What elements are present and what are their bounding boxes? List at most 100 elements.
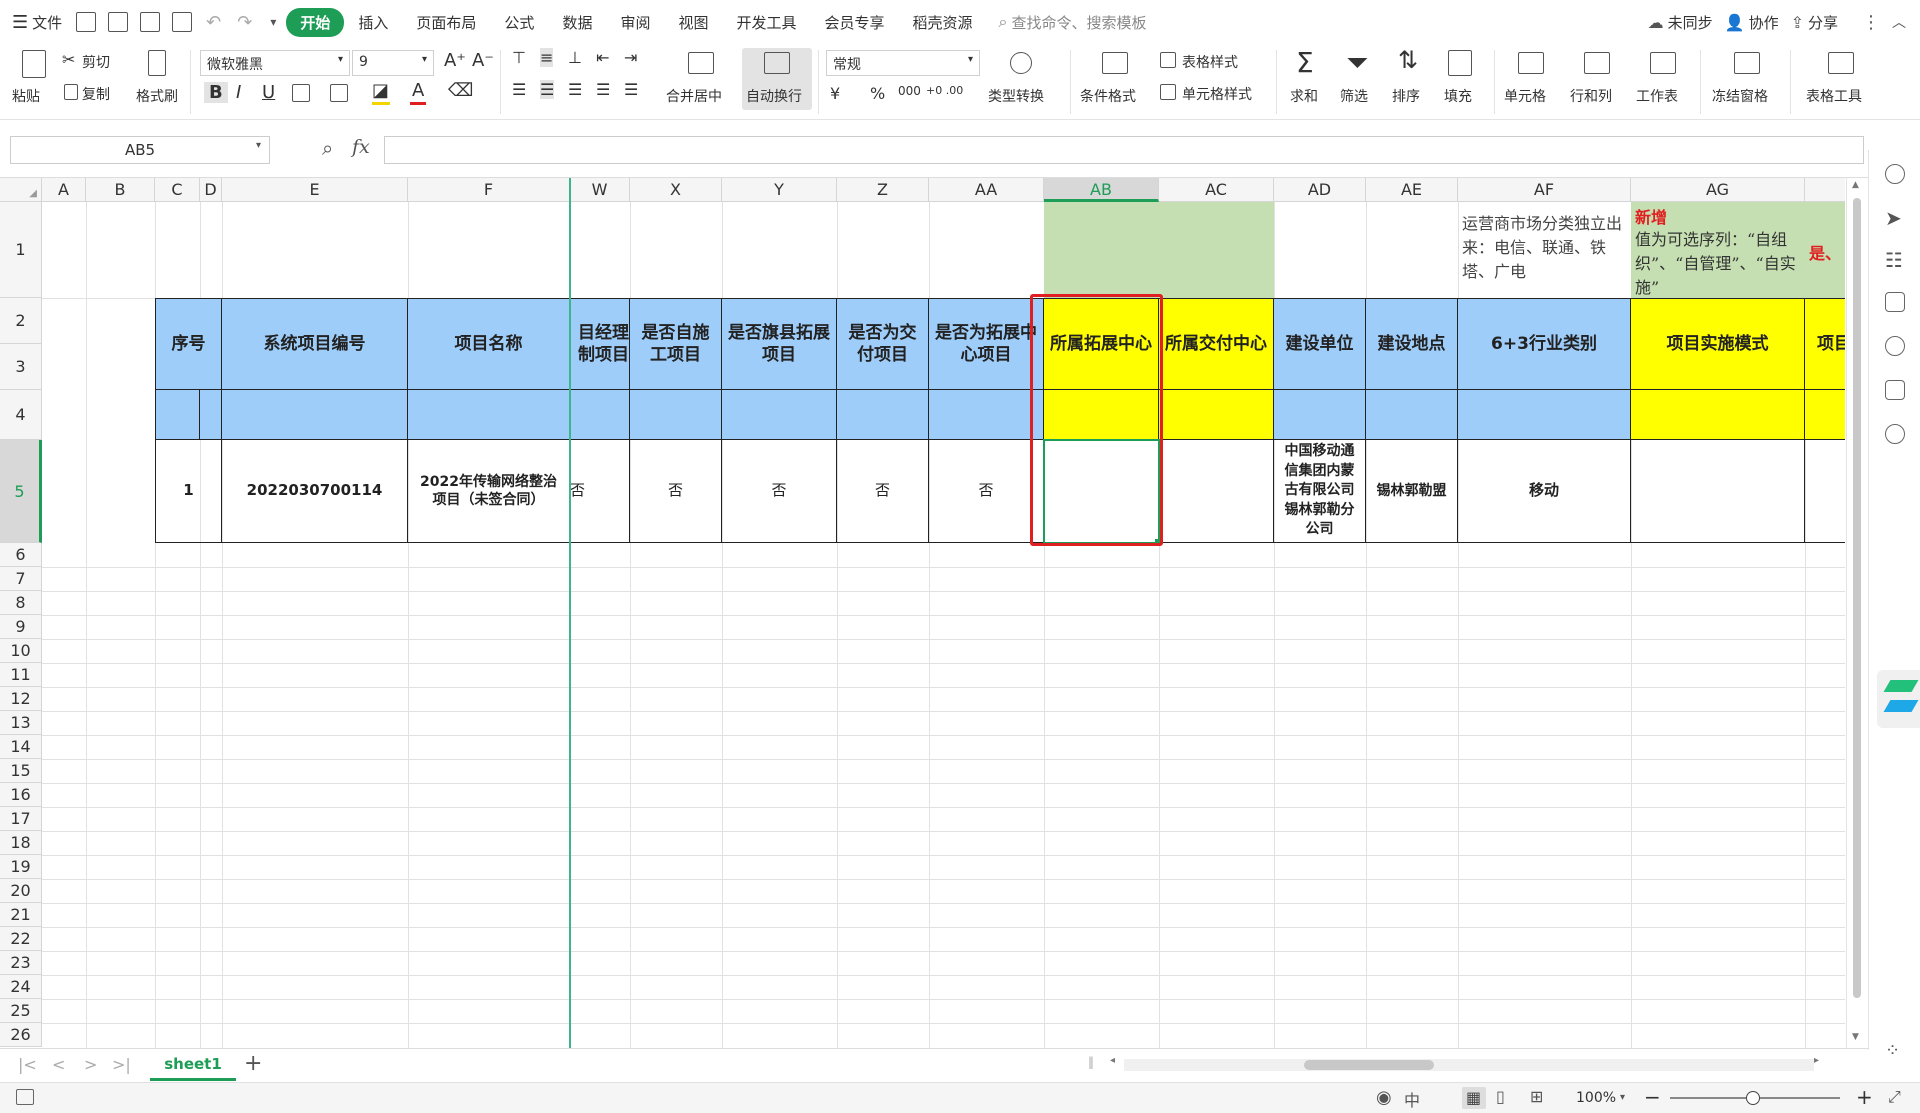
row-header-24[interactable]: 24	[0, 975, 42, 999]
cell-ag[interactable]	[1631, 440, 1805, 543]
font-name-select[interactable]: 微软雅黑 ▾	[200, 50, 350, 76]
prev-sheet-icon[interactable]: <	[52, 1055, 65, 1074]
header-proj-name[interactable]: 项目名称	[408, 298, 570, 390]
zoom-slider-thumb[interactable]	[1746, 1091, 1760, 1105]
sync-status[interactable]: 未同步	[1664, 12, 1725, 33]
collapse-ribbon-icon[interactable]: ︿	[1892, 12, 1906, 32]
copy-button[interactable]: 复制	[82, 84, 110, 104]
header-row4-ae[interactable]	[1366, 390, 1458, 440]
add-sheet-button[interactable]: +	[244, 1051, 262, 1076]
header-row4-e[interactable]	[222, 390, 408, 440]
first-sheet-icon[interactable]: |<	[18, 1055, 37, 1074]
format-painter-button[interactable]: 格式刷	[136, 86, 178, 106]
export-pdf-icon[interactable]	[108, 12, 129, 32]
input-method-icon[interactable]: 中	[1404, 1087, 1420, 1111]
row-header-2[interactable]: 2	[0, 298, 42, 344]
row-header-9[interactable]: 9	[0, 615, 42, 639]
sliders-icon[interactable]: ☷	[1885, 248, 1903, 272]
undo-icon[interactable]: ↶	[206, 12, 221, 33]
paste-icon[interactable]	[22, 50, 46, 78]
header-row4-ah[interactable]	[1805, 390, 1845, 440]
cell-button[interactable]: 单元格	[1504, 86, 1546, 106]
wrap-text-icon[interactable]	[764, 52, 790, 74]
font-shrink-icon[interactable]: A⁻	[472, 50, 494, 71]
last-sheet-icon[interactable]: >|	[112, 1055, 131, 1074]
col-header-W[interactable]: W	[570, 178, 630, 202]
save-icon[interactable]	[76, 12, 97, 32]
header-ad[interactable]: 建设单位	[1274, 298, 1366, 390]
row-header-25[interactable]: 25	[0, 999, 42, 1023]
header-x[interactable]: 是否自施 工项目	[630, 298, 722, 390]
cell-y[interactable]: 否	[722, 440, 837, 543]
col-header-AA[interactable]: AA	[929, 178, 1044, 202]
grid-apps-icon[interactable]: ⁘	[1885, 1040, 1900, 1061]
cell-aa[interactable]: 否	[929, 440, 1044, 543]
col-header-AF[interactable]: AF	[1458, 178, 1631, 202]
cell-af[interactable]: 移动	[1458, 440, 1631, 543]
row-header-20[interactable]: 20	[0, 879, 42, 903]
cell-style-icon[interactable]	[1160, 84, 1176, 100]
horizontal-scrollbar[interactable]	[1124, 1059, 1814, 1071]
print-preview-icon[interactable]	[172, 12, 193, 32]
header-row4-aa[interactable]	[929, 390, 1044, 440]
col-header-X[interactable]: X	[630, 178, 722, 202]
border-icon[interactable]	[292, 84, 310, 102]
lightning-icon[interactable]	[1885, 424, 1905, 444]
justify-icon[interactable]: ☰	[596, 80, 610, 99]
vertical-scrollbar[interactable]: ▲ ▼	[1846, 178, 1866, 1048]
currency-button[interactable]: ¥	[830, 84, 840, 103]
italic-button[interactable]: I	[236, 82, 241, 103]
distribute-icon[interactable]: ☰	[624, 80, 638, 99]
col-header-D[interactable]: D	[200, 178, 222, 202]
row-header-19[interactable]: 19	[0, 855, 42, 879]
header-ae[interactable]: 建设地点	[1366, 298, 1458, 390]
cell-style-button[interactable]: 单元格样式	[1182, 84, 1252, 104]
cell-z[interactable]: 否	[837, 440, 929, 543]
float-assistant-tab[interactable]	[1877, 670, 1920, 728]
next-sheet-icon[interactable]: >	[84, 1055, 97, 1074]
page-layout-view-icon[interactable]: ▯	[1496, 1087, 1505, 1106]
header-row4-ad[interactable]	[1274, 390, 1366, 440]
header-w[interactable]: 目经理 制项目	[570, 298, 630, 390]
tab-data[interactable]: 数据	[548, 12, 606, 33]
note-cell-ab1[interactable]	[1044, 202, 1274, 298]
filter-icon[interactable]: ⏷	[1346, 46, 1368, 80]
table-tools-button[interactable]: 表格工具	[1806, 86, 1862, 106]
note-cell-ag1[interactable]: 新增 值为可选序列：“自组织”、“自管理”、“自实施” 是、	[1631, 202, 1845, 298]
scissors-icon[interactable]: ✂	[62, 50, 75, 69]
zoom-formula-icon[interactable]: ⌕	[322, 136, 333, 160]
cell-ad[interactable]: 中国移动通 信集团内蒙 古有限公司 锡林郭勒分 公司	[1274, 440, 1366, 543]
freeze-panes-icon[interactable]	[1734, 52, 1760, 74]
sheet-tab-sheet1[interactable]: sheet1	[150, 1049, 236, 1081]
row-header-4[interactable]: 4	[0, 390, 42, 440]
sort-button[interactable]: 排序	[1392, 86, 1420, 106]
header-row4-d[interactable]	[200, 390, 222, 440]
row-col-icon[interactable]	[1584, 52, 1610, 74]
worksheet-icon[interactable]	[1650, 52, 1676, 74]
row-header-6[interactable]: 6	[0, 543, 42, 567]
tab-developer[interactable]: 开发工具	[722, 12, 810, 33]
sum-icon[interactable]: Σ	[1296, 46, 1314, 79]
row-header-14[interactable]: 14	[0, 735, 42, 759]
tab-formula[interactable]: 公式	[490, 12, 548, 33]
header-row4-c[interactable]	[155, 390, 200, 440]
row-header-1[interactable]: 1	[0, 202, 42, 298]
row-header-22[interactable]: 22	[0, 927, 42, 951]
cell-sys-id[interactable]: 2022030700114	[222, 440, 408, 543]
freeze-pane-divider[interactable]	[569, 178, 571, 1048]
print-icon[interactable]	[140, 12, 161, 32]
row-header-18[interactable]: 18	[0, 831, 42, 855]
spreadsheet-grid[interactable]: ◢ A B C D E F W X Y Z AA AB AC AD AE AF …	[0, 178, 1845, 1048]
fill-color-icon[interactable]: ◪	[372, 80, 389, 101]
note-af1[interactable]: 运营商市场分类独立出来：电信、联通、铁塔、广电	[1462, 212, 1630, 296]
file-menu[interactable]: ☰ 文件	[0, 12, 70, 33]
col-header-AG[interactable]: AG	[1631, 178, 1805, 202]
share-icon[interactable]: ⇪	[1791, 13, 1804, 32]
transfer-icon[interactable]	[1885, 292, 1905, 312]
type-convert-icon[interactable]	[1010, 52, 1032, 74]
header-row4-w[interactable]	[570, 390, 630, 440]
chevron-down-icon[interactable]: ▾	[256, 140, 261, 151]
merge-center-icon[interactable]	[688, 52, 714, 74]
header-ac[interactable]: 所属交付中心	[1159, 298, 1274, 390]
cloud-sync-icon[interactable]: ☁	[1648, 13, 1664, 32]
